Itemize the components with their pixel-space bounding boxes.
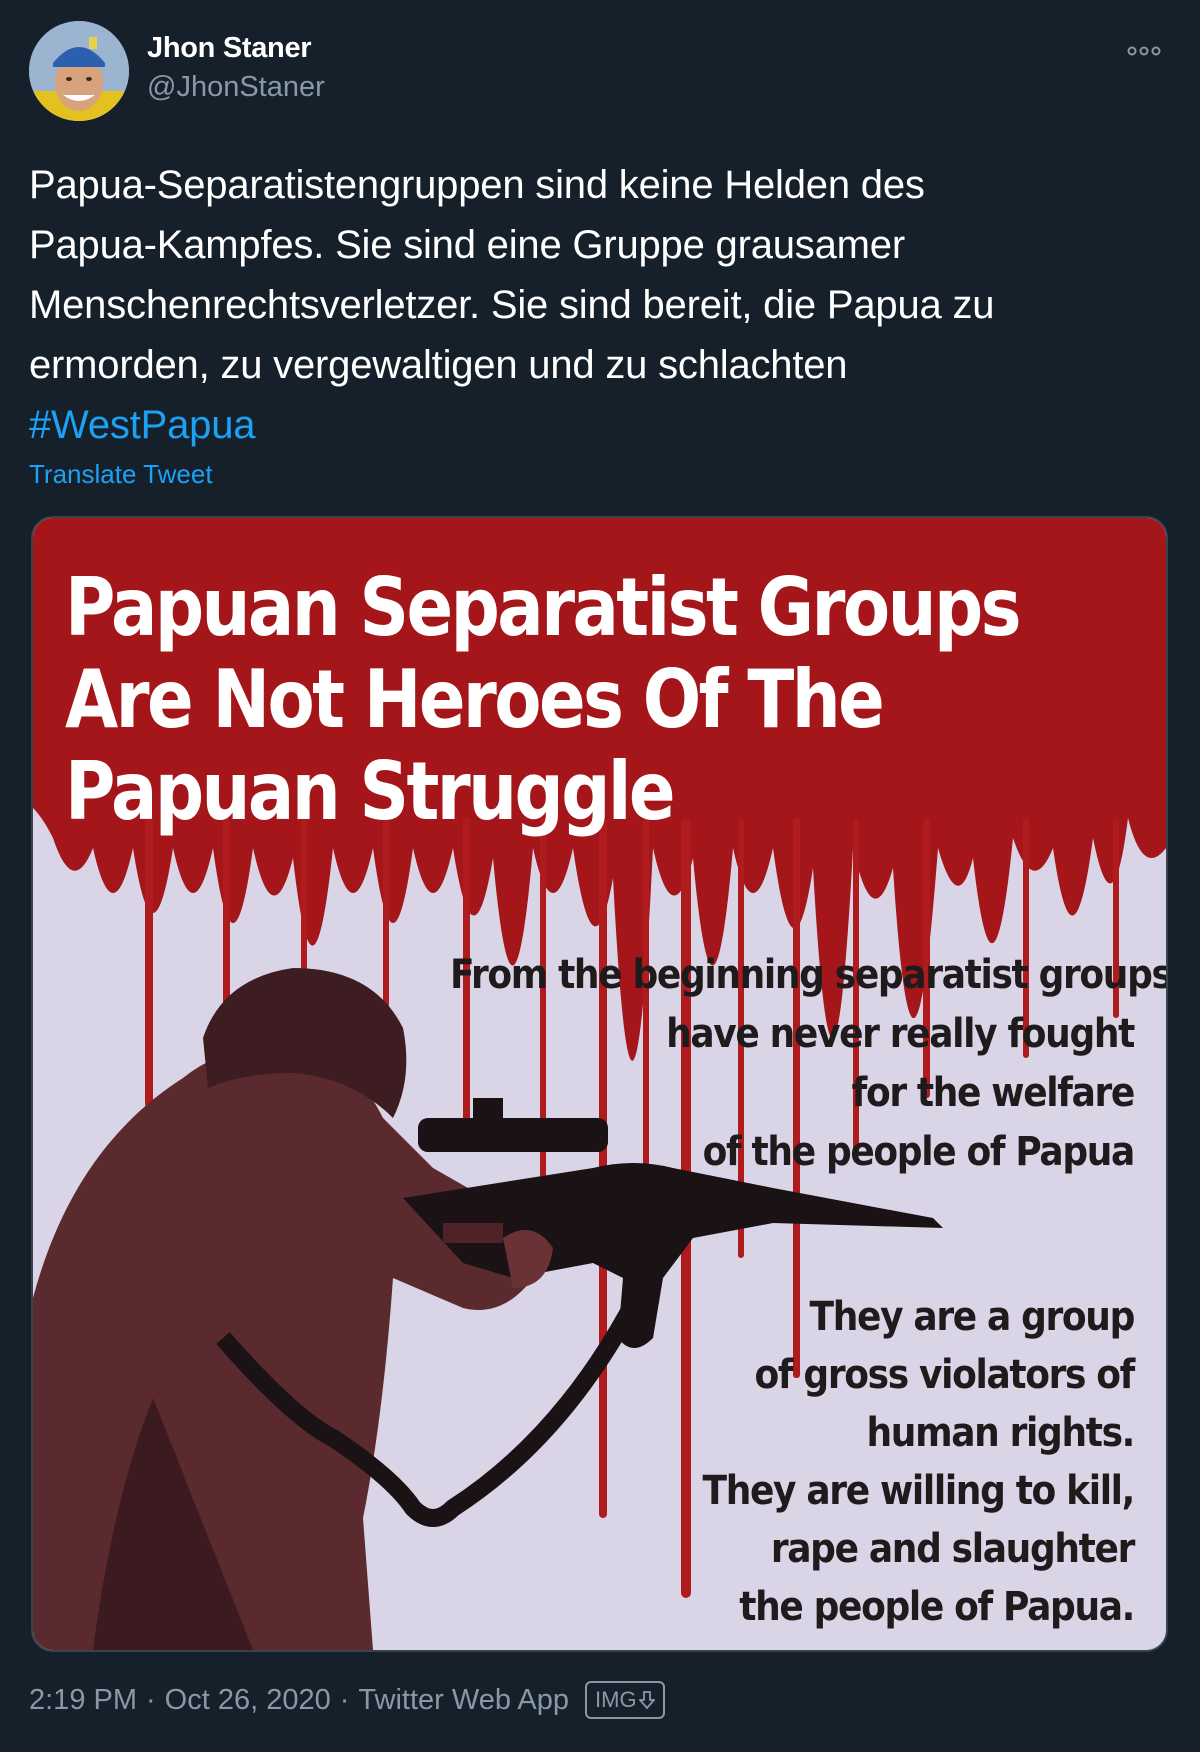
img-badge-label: IMG [595,1687,637,1712]
tweet-line: ermorden, zu vergewaltigen und zu schlac… [29,343,848,387]
poster-title-line: Papuan Struggle [65,745,676,838]
tweet-line: Menschenrechtsverletzer. Sie sind bereit… [29,283,995,327]
img-download-button[interactable]: IMG [585,1681,665,1719]
author-name[interactable]: Jhon Staner [147,32,312,65]
tweet-image[interactable]: Papuan Separatist Groups Are Not Heroes … [31,516,1168,1652]
avatar[interactable] [29,21,129,121]
poster-text-block-1: From the beginning separatist groups hav… [450,946,1168,1182]
more-options-button[interactable] [1124,36,1164,66]
meta-separator: · [146,1683,156,1716]
tweet-text: Papua-Separatistengruppen sind keine Hel… [29,155,1169,455]
tweet-meta: 2:19 PM · Oct 26, 2020 · Twitter Web App… [29,1681,665,1719]
poster-text-block-2: They are a group of gross violators of h… [450,1288,1136,1636]
download-arrow-icon [638,1691,655,1710]
poster-text-line: From the beginning separatist groups [450,952,1168,998]
poster-text-line: the people of Papua. [739,1584,1135,1630]
meta-separator: · [339,1683,350,1716]
tweet-source[interactable]: Twitter Web App [358,1684,569,1717]
poster-text-line: of the people of Papua [702,1129,1136,1175]
tweet-date[interactable]: Oct 26, 2020 [165,1684,331,1717]
more-horizontal-icon [1127,46,1161,56]
tweet-card: Jhon Staner @JhonStaner Papua-Separatist… [0,0,1200,1752]
translate-tweet-link[interactable]: Translate Tweet [29,459,213,490]
poster-text-line: for the welfare [851,1070,1136,1116]
poster-text-line: human rights. [866,1410,1136,1456]
avatar-photo [29,21,129,121]
tweet-line: Papua-Kampfes. Sie sind eine Gruppe grau… [29,223,905,267]
tweet-time[interactable]: 2:19 PM [29,1684,137,1717]
poster-text-line: rape and slaughter [770,1526,1136,1572]
poster-text-line: of gross violators of [754,1352,1136,1398]
author-handle[interactable]: @JhonStaner [147,71,325,104]
tweet-line: Papua-Separatistengruppen sind keine Hel… [29,163,925,207]
poster-title-line: Papuan Separatist Groups [65,561,1022,654]
poster-text-line: have never really fought [666,1011,1135,1057]
poster-text-line: They are willing to kill, [702,1468,1135,1514]
poster-title: Papuan Separatist Groups Are Not Heroes … [65,561,1022,838]
hashtag-link[interactable]: #WestPapua [29,403,256,447]
poster-title-line: Are Not Heroes Of The [65,653,885,746]
poster-text-line: They are a group [809,1294,1136,1340]
